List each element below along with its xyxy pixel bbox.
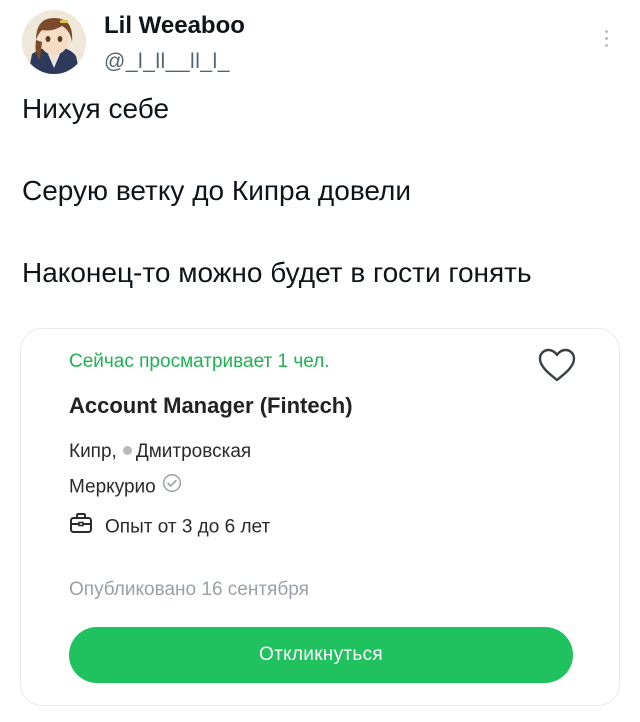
experience: Опыт от 3 до 6 лет [69,512,270,543]
vacancy-card[interactable]: Сейчас просматривает 1 чел. Account Mana… [20,328,620,706]
tweet-line: Нихуя себе [22,93,170,124]
tweet-header: Lil Weeaboo @_l_ll__ll_l_ [0,0,640,90]
briefcase-icon [69,512,93,540]
check-circle-icon [162,473,182,499]
more-vertical-icon[interactable] [596,26,616,52]
company-name[interactable]: Меркурио [69,477,156,498]
experience-text: Опыт от 3 до 6 лет [105,516,271,538]
city-label: Кипр, [69,441,117,462]
tweet-line: Серую ветку до Кипра довели [22,175,412,206]
avatar-illustration [22,10,86,74]
tweet-line: Наконец-то можно будет в гости гонять [22,257,532,288]
heart-icon[interactable] [537,347,577,383]
metro-station: Дмитровская [135,441,252,462]
user-handle[interactable]: @_l_ll__ll_l_ [104,50,230,74]
company: Меркурио [69,473,182,502]
metro-dot-icon [122,446,132,456]
apply-button[interactable]: Откликнуться [69,627,573,683]
viewers-count: Сейчас просматривает 1 чел. [69,351,330,372]
published-date: Опубликовано 16 сентября [69,579,309,600]
display-name[interactable]: Lil Weeaboo [104,12,245,40]
tweet-text: Нихуя себе Серую ветку до Кипра довели Н… [22,90,622,292]
location: Кипр, Дмитровская [69,441,251,463]
avatar[interactable] [22,10,86,74]
job-title[interactable]: Account Manager (Fintech) [69,393,353,419]
